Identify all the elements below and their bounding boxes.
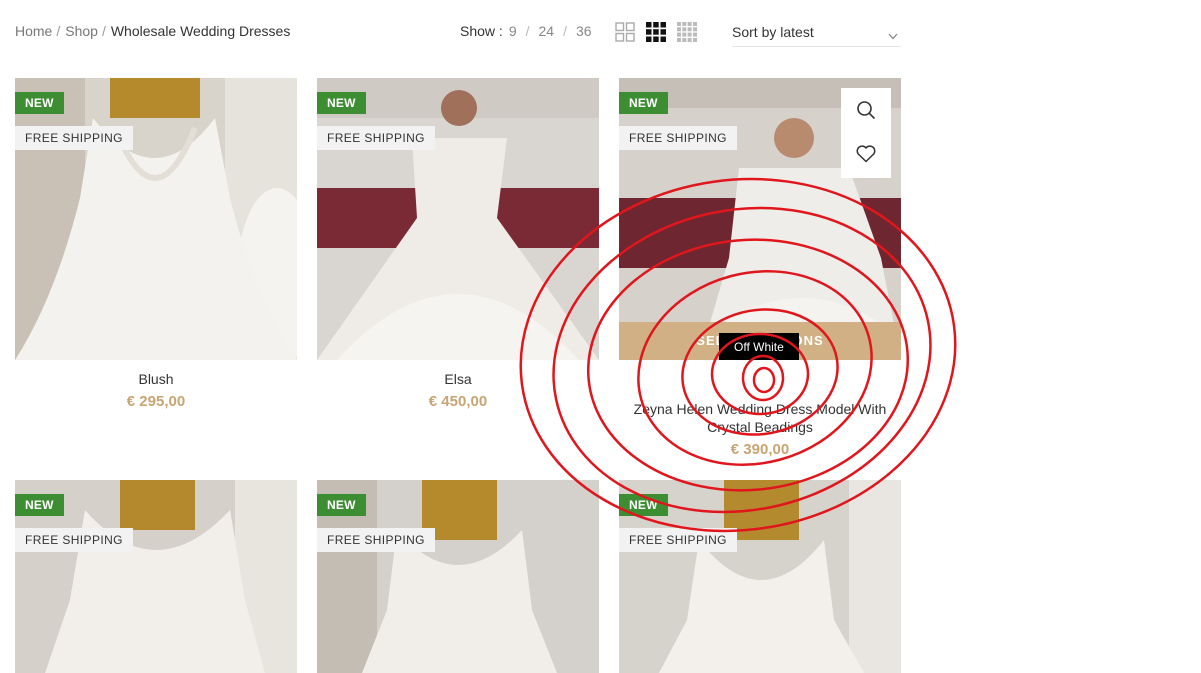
product-price: € 295,00 bbox=[126, 393, 186, 410]
badge-new: NEW bbox=[619, 92, 668, 114]
badge-new: NEW bbox=[15, 494, 64, 516]
per-page-separator: / bbox=[525, 23, 530, 39]
per-page-separator: / bbox=[563, 23, 567, 39]
product-image[interactable]: NEW FREE SHIPPING bbox=[317, 78, 599, 360]
per-page-label: Show : bbox=[460, 23, 503, 39]
breadcrumb-current: Wholesale Wedding Dresses bbox=[110, 23, 291, 39]
product-price: € 390,00 bbox=[730, 441, 790, 458]
per-page-36[interactable]: 36 bbox=[576, 23, 592, 39]
product-actions bbox=[841, 88, 891, 178]
badge-new: NEW bbox=[619, 494, 668, 516]
heart-icon bbox=[856, 145, 876, 163]
badge-free-shipping: FREE SHIPPING bbox=[15, 126, 133, 150]
badge-new: NEW bbox=[317, 494, 366, 516]
product-image[interactable]: NEW FREE SHIPPING bbox=[619, 480, 901, 673]
product-name[interactable]: Blush bbox=[15, 370, 297, 388]
badge-free-shipping: FREE SHIPPING bbox=[317, 126, 435, 150]
product-image[interactable]: NEW FREE SHIPPING bbox=[317, 480, 599, 673]
swatch-tooltip: Off White bbox=[719, 333, 799, 360]
per-page-24[interactable]: 24 bbox=[539, 23, 555, 39]
sort-select[interactable]: Sort by latest bbox=[732, 16, 901, 47]
grid-3-icon[interactable] bbox=[646, 22, 666, 42]
chevron-down-icon bbox=[888, 27, 898, 43]
product-image[interactable]: NEW FREE SHIPPING bbox=[15, 78, 297, 360]
product-name[interactable]: Zeyna Helen Wedding Dress Model With Cry… bbox=[619, 400, 901, 436]
grid-4-icon[interactable] bbox=[677, 22, 697, 42]
sort-label: Sort by latest bbox=[732, 24, 814, 40]
badge-new: NEW bbox=[317, 92, 366, 114]
wishlist-button[interactable] bbox=[841, 132, 891, 176]
product-price: € 450,00 bbox=[428, 393, 488, 410]
breadcrumb: Home / Shop / Wholesale Wedding Dresses bbox=[15, 23, 290, 39]
product-image[interactable]: NEW FREE SHIPPING SELECT OPTIONS Off Whi… bbox=[619, 78, 901, 360]
product-image[interactable]: NEW FREE SHIPPING bbox=[15, 480, 297, 673]
per-page-selector: Show : 9 / 24 / 36 bbox=[460, 23, 592, 39]
quick-view-button[interactable] bbox=[841, 88, 891, 132]
product-name[interactable]: Elsa bbox=[317, 370, 599, 388]
grid-2-icon[interactable] bbox=[615, 22, 635, 42]
breadcrumb-shop[interactable]: Shop bbox=[65, 23, 98, 39]
search-icon bbox=[857, 101, 876, 120]
badge-new: NEW bbox=[15, 92, 64, 114]
badge-free-shipping: FREE SHIPPING bbox=[619, 126, 737, 150]
breadcrumb-home[interactable]: Home bbox=[15, 23, 52, 39]
breadcrumb-separator: / bbox=[101, 23, 106, 39]
breadcrumb-separator: / bbox=[56, 23, 61, 39]
per-page-9[interactable]: 9 bbox=[509, 23, 517, 39]
badge-free-shipping: FREE SHIPPING bbox=[15, 528, 133, 552]
badge-free-shipping: FREE SHIPPING bbox=[317, 528, 435, 552]
badge-free-shipping: FREE SHIPPING bbox=[619, 528, 737, 552]
